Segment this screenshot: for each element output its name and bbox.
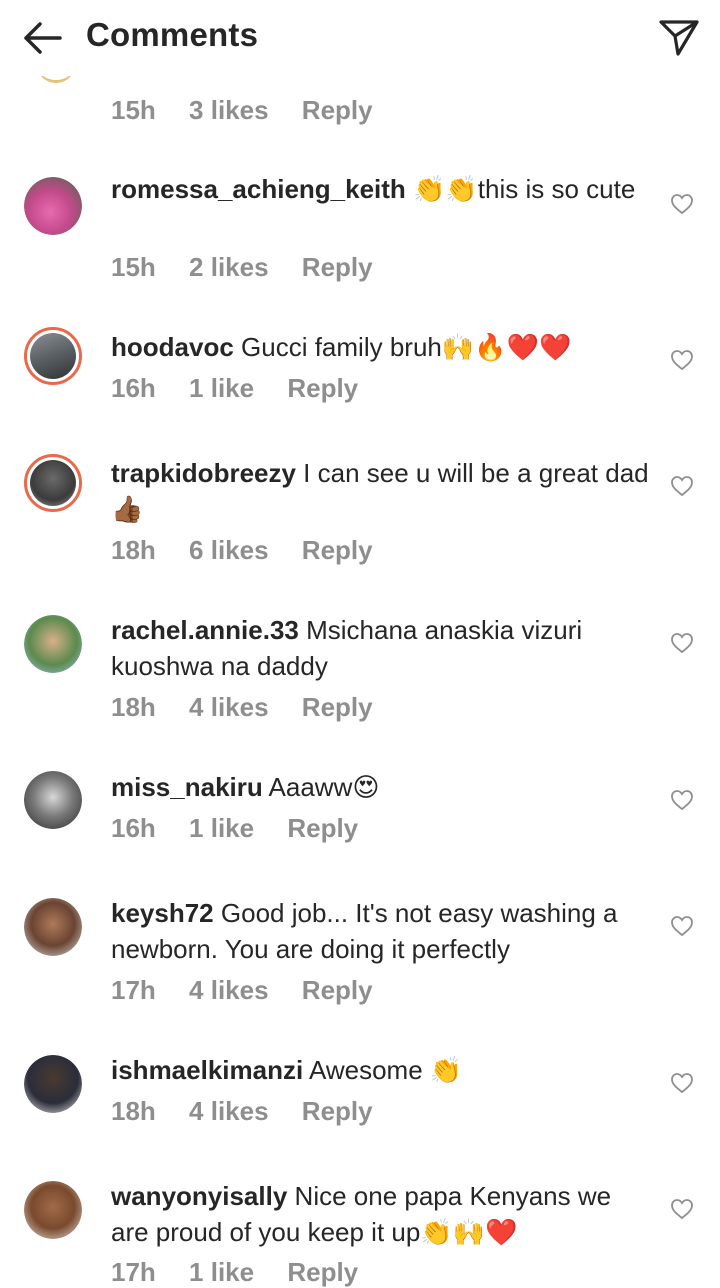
back-button[interactable] [18,16,66,60]
comment-likes[interactable]: 4 likes [189,692,269,723]
comment-body: Gucci family bruh🙌🔥❤️❤️ [233,332,572,362]
avatar[interactable] [24,771,82,829]
comment-likes[interactable]: 1 like [189,813,254,844]
comment-likes[interactable]: 3 likes [189,95,269,126]
comment-text: miss_nakiru Aaaww😍 [111,769,651,805]
comment-time: 16h [111,373,156,403]
reply-button[interactable]: Reply [302,535,373,566]
comment-body: Awesome 👏 [303,1055,463,1085]
comment-username[interactable]: rachel.annie.33 [111,615,299,645]
header: Comments [0,0,720,76]
comment-likes[interactable]: 4 likes [189,975,269,1006]
comment-text: ishmaelkimanzi Awesome 👏 [111,1052,651,1088]
comment-meta: 17h 4 likes Reply [111,975,399,1006]
comment-username[interactable]: romessa_achieng_keith [111,174,406,204]
reply-button[interactable]: Reply [287,373,358,404]
reply-button[interactable]: Reply [302,95,373,126]
comment-text: trapkidobreezy I can see u will be a gre… [111,455,651,527]
comment-username[interactable]: keysh72 [111,898,214,928]
comment-text: hoodavoc Gucci family bruh🙌🔥❤️❤️ [111,329,651,365]
reply-button[interactable]: Reply [287,813,358,844]
paper-plane-icon [659,20,699,56]
comment-meta: 17h 1 like Reply [111,1257,384,1288]
comment-time: 15h [111,252,156,282]
comment-body: Aaaww😍 [262,772,380,802]
comment-time: 16h [111,813,156,843]
comment-username[interactable]: ishmaelkimanzi [111,1055,303,1085]
comment-time: 15h [111,95,156,125]
avatar[interactable] [24,898,82,956]
comment-username[interactable]: wanyonyisally [111,1181,287,1211]
comment-username[interactable]: miss_nakiru [111,772,263,802]
comment-likes[interactable]: 6 likes [189,535,269,566]
comment-body: 👏👏this is so cute [405,174,636,204]
like-heart-icon[interactable] [670,1197,694,1221]
comment-text: romessa_achieng_keith 👏👏this is so cute [111,171,651,207]
avatar[interactable] [24,454,82,512]
comments-list[interactable]: 15h 3 likes Reply romessa_achieng_keith … [0,0,720,1287]
like-heart-icon[interactable] [670,914,694,938]
avatar[interactable] [24,1181,82,1239]
reply-button[interactable]: Reply [302,252,373,283]
comment-time: 18h [111,535,156,565]
comment-likes[interactable]: 4 likes [189,1096,269,1127]
like-heart-icon[interactable] [670,474,694,498]
comment-time: 18h [111,692,156,722]
reply-button[interactable]: Reply [302,975,373,1006]
comment-meta: 16h 1 like Reply [111,813,384,844]
reply-button[interactable]: Reply [302,1096,373,1127]
page-title: Comments [86,16,259,53]
comment-likes[interactable]: 1 like [189,373,254,404]
comment-time: 17h [111,1257,156,1287]
comment-meta: 18h 4 likes Reply [111,1096,399,1127]
share-button[interactable] [656,14,702,60]
like-heart-icon[interactable] [670,348,694,372]
comment-likes[interactable]: 2 likes [189,252,269,283]
comment-username[interactable]: hoodavoc [111,332,234,362]
avatar[interactable] [24,615,82,673]
reply-button[interactable]: Reply [287,1257,358,1288]
comment-text: wanyonyisally Nice one papa Kenyans we a… [111,1178,651,1250]
like-heart-icon[interactable] [670,631,694,655]
arrow-left-icon [24,22,62,54]
like-heart-icon[interactable] [670,1071,694,1095]
comment-meta: 15h 2 likes Reply [111,252,399,283]
comment-text: rachel.annie.33 Msichana anaskia vizuri … [111,612,651,684]
comment-username[interactable]: trapkidobreezy [111,458,296,488]
comment-meta: 18h 6 likes Reply [111,535,399,566]
avatar[interactable] [24,177,82,235]
comment-text: keysh72 Good job... It's not easy washin… [111,895,651,967]
avatar[interactable] [24,1055,82,1113]
like-heart-icon[interactable] [670,192,694,216]
comment-meta: 15h 3 likes Reply [111,95,399,126]
avatar[interactable] [24,327,82,385]
comment-meta: 16h 1 like Reply [111,373,384,404]
comment-likes[interactable]: 1 like [189,1257,254,1288]
reply-button[interactable]: Reply [302,692,373,723]
comment-time: 17h [111,975,156,1005]
comment-meta: 18h 4 likes Reply [111,692,399,723]
comment-time: 18h [111,1096,156,1126]
like-heart-icon[interactable] [670,788,694,812]
